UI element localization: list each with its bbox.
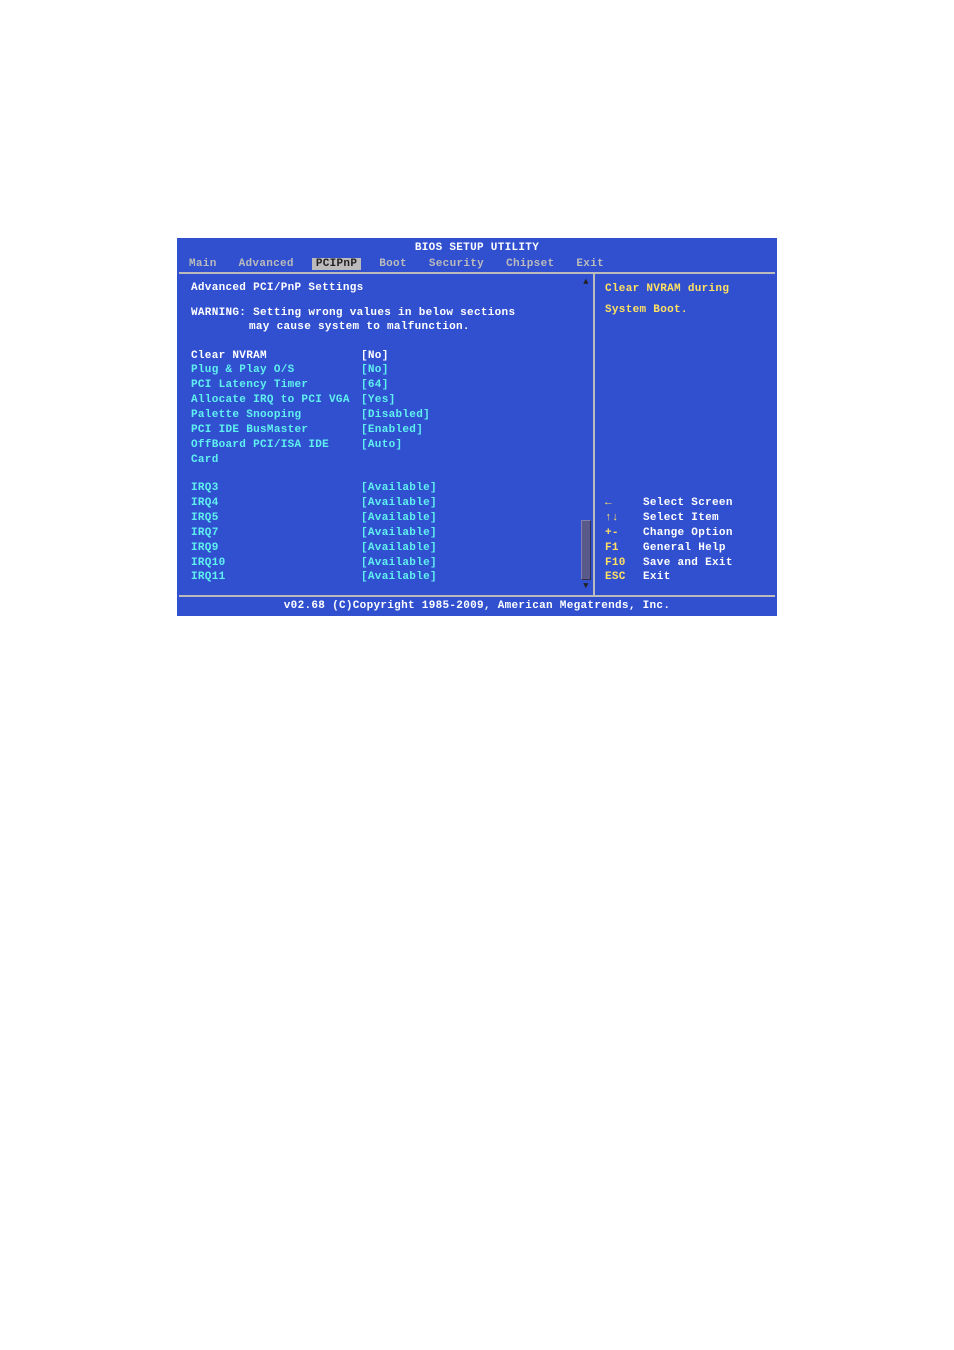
key-exit: ESC Exit — [605, 570, 767, 585]
setting-offboard-ide[interactable]: OffBoard PCI/ISA IDE Card [Auto] — [191, 438, 587, 468]
setting-value: [No] — [361, 363, 389, 378]
key-general-help: F1 General Help — [605, 541, 767, 556]
setting-value: [Available] — [361, 511, 437, 526]
key-desc: Select Screen — [643, 496, 733, 511]
spacer — [191, 467, 587, 481]
key-select-screen: ← Select Screen — [605, 496, 767, 511]
key-desc: Select Item — [643, 511, 719, 526]
setting-irq7[interactable]: IRQ7 [Available] — [191, 526, 587, 541]
setting-value: [Auto] — [361, 438, 402, 468]
key-esc: ESC — [605, 570, 643, 585]
scroll-down-icon[interactable]: ▼ — [583, 582, 589, 591]
menu-exit[interactable]: Exit — [576, 258, 604, 270]
setting-label: IRQ10 — [191, 556, 361, 571]
setting-value: [Available] — [361, 496, 437, 511]
setting-label: IRQ3 — [191, 481, 361, 496]
menu-boot[interactable]: Boot — [379, 258, 407, 270]
warning-line2: may cause system to malfunction. — [191, 320, 587, 334]
key-plusminus-icon: +- — [605, 526, 643, 541]
key-updown-icon: ↑↓ — [605, 511, 643, 526]
title-text: BIOS SETUP UTILITY — [415, 242, 539, 254]
setting-value: [Available] — [361, 556, 437, 571]
setting-label: PCI IDE BusMaster — [191, 423, 361, 438]
key-arrow-icon: ← — [605, 496, 643, 511]
key-f1: F1 — [605, 541, 643, 556]
setting-palette-snooping[interactable]: Palette Snooping [Disabled] — [191, 408, 587, 423]
left-pane: Advanced PCI/PnP Settings WARNING: Setti… — [179, 274, 595, 595]
footer-text: v02.68 (C)Copyright 1985-2009, American … — [284, 600, 670, 612]
setting-plug-and-play[interactable]: Plug & Play O/S [No] — [191, 363, 587, 378]
key-desc: General Help — [643, 541, 726, 556]
setting-clear-nvram[interactable]: Clear NVRAM [No] — [191, 349, 587, 364]
title-bar: BIOS SETUP UTILITY — [179, 240, 775, 256]
setting-value: [64] — [361, 378, 389, 393]
scroll-up-icon[interactable]: ▲ — [583, 278, 589, 287]
setting-label: IRQ7 — [191, 526, 361, 541]
key-f10: F10 — [605, 556, 643, 571]
key-desc: Save and Exit — [643, 556, 733, 571]
help-line1: Clear NVRAM during — [605, 282, 767, 297]
help-line2: System Boot. — [605, 303, 767, 318]
setting-label: IRQ5 — [191, 511, 361, 526]
setting-value: [Enabled] — [361, 423, 423, 438]
bios-window: BIOS SETUP UTILITY Main Advanced PCIPnP … — [177, 238, 777, 616]
setting-irq3[interactable]: IRQ3 [Available] — [191, 481, 587, 496]
setting-value: [No] — [361, 349, 389, 364]
setting-label: Plug & Play O/S — [191, 363, 361, 378]
setting-label: IRQ9 — [191, 541, 361, 556]
key-desc: Change Option — [643, 526, 733, 541]
setting-irq9[interactable]: IRQ9 [Available] — [191, 541, 587, 556]
warning-text: WARNING: Setting wrong values in below s… — [191, 306, 587, 335]
menu-main[interactable]: Main — [189, 258, 217, 270]
footer-copyright: v02.68 (C)Copyright 1985-2009, American … — [179, 595, 775, 614]
key-select-item: ↑↓ Select Item — [605, 511, 767, 526]
setting-pci-latency[interactable]: PCI Latency Timer [64] — [191, 378, 587, 393]
setting-pci-ide-busmaster[interactable]: PCI IDE BusMaster [Enabled] — [191, 423, 587, 438]
setting-label: Clear NVRAM — [191, 349, 361, 364]
scroll-track[interactable] — [581, 289, 591, 580]
scroll-thumb[interactable] — [581, 520, 591, 580]
content-area: Advanced PCI/PnP Settings WARNING: Setti… — [179, 272, 775, 595]
setting-allocate-irq-vga[interactable]: Allocate IRQ to PCI VGA [Yes] — [191, 393, 587, 408]
setting-value: [Available] — [361, 541, 437, 556]
warning-line1: WARNING: Setting wrong values in below s… — [191, 306, 587, 320]
menu-advanced[interactable]: Advanced — [239, 258, 294, 270]
setting-value: [Available] — [361, 570, 437, 585]
setting-label: Palette Snooping — [191, 408, 361, 423]
key-change-option: +- Change Option — [605, 526, 767, 541]
setting-label: IRQ11 — [191, 570, 361, 585]
key-save-exit: F10 Save and Exit — [605, 556, 767, 571]
menu-bar[interactable]: Main Advanced PCIPnP Boot Security Chips… — [179, 256, 775, 272]
spacer — [605, 324, 767, 497]
setting-irq4[interactable]: IRQ4 [Available] — [191, 496, 587, 511]
setting-label: OffBoard PCI/ISA IDE Card — [191, 438, 361, 468]
setting-label: PCI Latency Timer — [191, 378, 361, 393]
key-desc: Exit — [643, 570, 671, 585]
help-pane: Clear NVRAM during System Boot. ← Select… — [595, 274, 775, 595]
menu-chipset[interactable]: Chipset — [506, 258, 554, 270]
setting-irq10[interactable]: IRQ10 [Available] — [191, 556, 587, 571]
setting-value: [Available] — [361, 526, 437, 541]
section-heading: Advanced PCI/PnP Settings — [191, 282, 587, 294]
scrollbar[interactable]: ▲ ▼ — [579, 274, 593, 595]
setting-value: [Available] — [361, 481, 437, 496]
setting-irq11[interactable]: IRQ11 [Available] — [191, 570, 587, 585]
menu-pcipnp[interactable]: PCIPnP — [312, 258, 361, 270]
setting-label: Allocate IRQ to PCI VGA — [191, 393, 361, 408]
menu-security[interactable]: Security — [429, 258, 484, 270]
setting-value: [Disabled] — [361, 408, 430, 423]
setting-value: [Yes] — [361, 393, 396, 408]
setting-irq5[interactable]: IRQ5 [Available] — [191, 511, 587, 526]
setting-label: IRQ4 — [191, 496, 361, 511]
